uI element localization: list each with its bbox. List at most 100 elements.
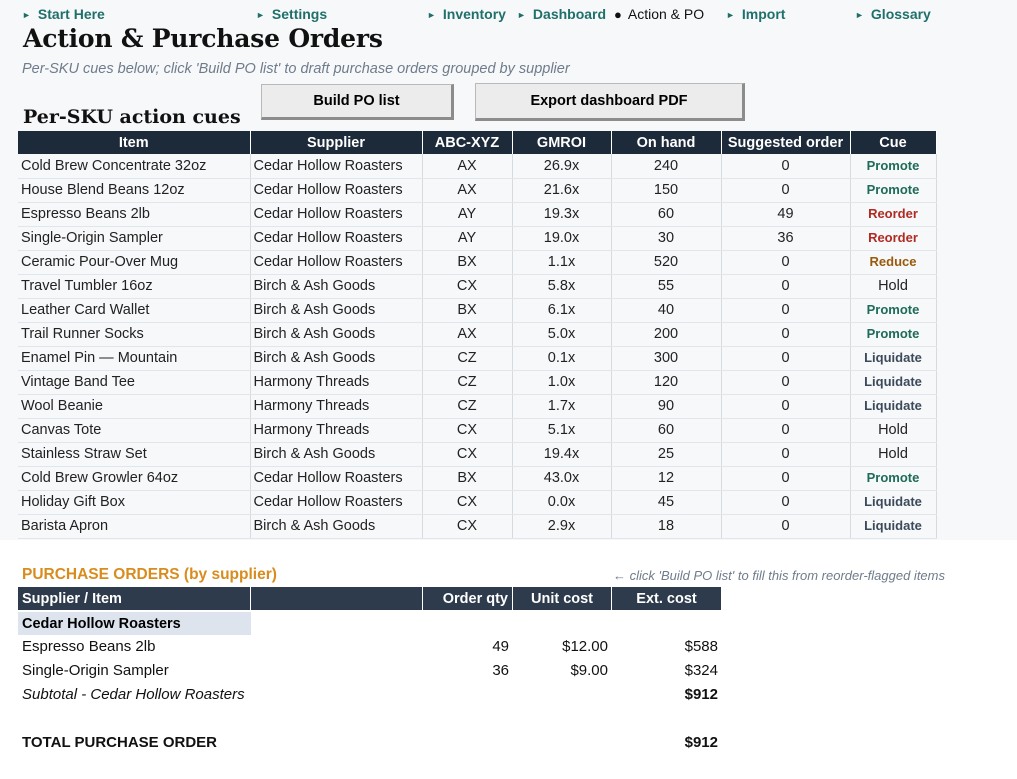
cell-cue[interactable]: Hold [850,274,937,299]
cell-gmroi[interactable]: 5.1x [512,418,612,443]
table-row[interactable]: Espresso Beans 2lb Cedar Hollow Roasters A… [18,202,937,227]
cell-supplier[interactable]: Birch & Ash Goods [250,298,423,323]
table-row[interactable]: Wool Beanie Harmony Threads CZ 1.7x 90 0 Liqui… [18,394,937,419]
cell-abc-xyz[interactable]: AY [422,202,513,227]
cell-cue[interactable]: Reduce [850,250,937,275]
cell-supplier[interactable]: Birch & Ash Goods [250,322,423,347]
cell-on-hand[interactable]: 60 [611,202,722,227]
table-row[interactable]: Vintage Band Tee Harmony Threads CZ 1.0x 120… [18,370,937,395]
cell-supplier[interactable]: Birch & Ash Goods [250,346,423,371]
cell-cue[interactable]: Reorder [850,202,937,227]
build-po-list-button[interactable]: Build PO list [261,84,454,120]
column-header-suggested-order[interactable]: Suggested order [721,131,851,154]
cell-cue[interactable]: Promote [850,298,937,323]
cell-abc-xyz[interactable]: CX [422,274,513,299]
cell-supplier[interactable]: Harmony Threads [250,394,423,419]
table-row[interactable]: Stainless Straw Set Birch & Ash Goods CX 19… [18,442,937,467]
cell-suggested-order[interactable]: 0 [721,514,851,539]
cell-cue[interactable]: Liquidate [850,490,937,515]
cell-suggested-order[interactable]: 0 [721,394,851,419]
cell-on-hand[interactable]: 300 [611,346,722,371]
table-row[interactable]: Holiday Gift Box Cedar Hollow Roasters CX 0… [18,490,937,515]
cell-cue[interactable]: Promote [850,178,937,203]
cell-supplier[interactable]: Cedar Hollow Roasters [250,466,423,491]
column-header-supplier[interactable]: Supplier [250,131,423,154]
cell-gmroi[interactable]: 5.0x [512,322,612,347]
table-row[interactable]: Travel Tumbler 16oz Birch & Ash Goods CX 5.… [18,274,937,299]
cell-cue[interactable]: Liquidate [850,514,937,539]
cell-abc-xyz[interactable]: AX [422,322,513,347]
cell-abc-xyz[interactable]: CX [422,514,513,539]
cell-suggested-order[interactable]: 36 [721,226,851,251]
nav-link-dashboard[interactable]: ► Dashboard [517,6,606,22]
cell-suggested-order[interactable]: 0 [721,466,851,491]
export-dashboard-pdf-button[interactable]: Export dashboard PDF [475,83,745,121]
nav-link-import[interactable]: ► Import [726,6,785,22]
column-header-item[interactable]: Item [18,131,251,154]
cell-gmroi[interactable]: 19.0x [512,226,612,251]
cell-suggested-order[interactable]: 0 [721,274,851,299]
cell-on-hand[interactable]: 18 [611,514,722,539]
cell-abc-xyz[interactable]: BX [422,250,513,275]
table-row[interactable]: Barista Apron Birch & Ash Goods CX 2.9x 18 0 L… [18,514,937,539]
cell-cue[interactable]: Reorder [850,226,937,251]
cell-supplier[interactable]: Harmony Threads [250,418,423,443]
cell-abc-xyz[interactable]: AY [422,226,513,251]
cell-item[interactable]: Cold Brew Concentrate 32oz [18,154,251,179]
cell-item[interactable]: Trail Runner Socks [18,322,251,347]
table-row[interactable]: Cold Brew Growler 64oz Cedar Hollow Roast… [18,466,937,491]
cell-gmroi[interactable]: 5.8x [512,274,612,299]
cell-item[interactable]: Travel Tumbler 16oz [18,274,251,299]
column-header-on-hand[interactable]: On hand [611,131,722,154]
cell-abc-xyz[interactable]: CZ [422,346,513,371]
cell-on-hand[interactable]: 90 [611,394,722,419]
cell-suggested-order[interactable]: 0 [721,250,851,275]
table-row[interactable]: Ceramic Pour-Over Mug Cedar Hollow Roaste… [18,250,937,275]
cell-cue[interactable]: Hold [850,442,937,467]
nav-link-glossary[interactable]: ► Glossary [855,6,931,22]
cell-suggested-order[interactable]: 0 [721,154,851,179]
cell-item[interactable]: Vintage Band Tee [18,370,251,395]
cell-cue[interactable]: Hold [850,418,937,443]
cell-suggested-order[interactable]: 0 [721,322,851,347]
cell-abc-xyz[interactable]: CX [422,418,513,443]
cell-item[interactable]: Espresso Beans 2lb [18,202,251,227]
cell-item[interactable]: Canvas Tote [18,418,251,443]
cell-suggested-order[interactable]: 0 [721,490,851,515]
cell-gmroi[interactable]: 21.6x [512,178,612,203]
table-row[interactable]: Canvas Tote Harmony Threads CX 5.1x 60 0 Hold [18,418,937,443]
table-row[interactable]: House Blend Beans 12oz Cedar Hollow Roast… [18,178,937,203]
cell-on-hand[interactable]: 55 [611,274,722,299]
cell-gmroi[interactable]: 43.0x [512,466,612,491]
cell-abc-xyz[interactable]: CX [422,442,513,467]
cell-item[interactable]: Enamel Pin — Mountain [18,346,251,371]
column-header-abc-xyz[interactable]: ABC-XYZ [422,131,513,154]
cell-on-hand[interactable]: 200 [611,322,722,347]
cell-gmroi[interactable]: 0.1x [512,346,612,371]
cell-item[interactable]: Holiday Gift Box [18,490,251,515]
nav-link-settings[interactable]: ► Settings [256,6,327,22]
cell-item[interactable]: Stainless Straw Set [18,442,251,467]
cell-suggested-order[interactable]: 0 [721,298,851,323]
cell-cue[interactable]: Liquidate [850,394,937,419]
cell-suggested-order[interactable]: 0 [721,346,851,371]
cell-on-hand[interactable]: 150 [611,178,722,203]
cell-on-hand[interactable]: 120 [611,370,722,395]
table-row[interactable]: Trail Runner Socks Birch & Ash Goods AX 5.0… [18,322,937,347]
cell-supplier[interactable]: Cedar Hollow Roasters [250,490,423,515]
column-header-cue[interactable]: Cue [850,131,937,154]
cell-supplier[interactable]: Harmony Threads [250,370,423,395]
cell-gmroi[interactable]: 19.3x [512,202,612,227]
cell-cue[interactable]: Promote [850,154,937,179]
nav-link-inventory[interactable]: ► Inventory [427,6,506,22]
cell-abc-xyz[interactable]: BX [422,298,513,323]
cell-item[interactable]: Ceramic Pour-Over Mug [18,250,251,275]
cell-supplier[interactable]: Cedar Hollow Roasters [250,250,423,275]
table-row[interactable]: Enamel Pin — Mountain Birch & Ash Goods CZ… [18,346,937,371]
table-row[interactable]: Leather Card Wallet Birch & Ash Goods BX 6.… [18,298,937,323]
cell-supplier[interactable]: Birch & Ash Goods [250,274,423,299]
cell-abc-xyz[interactable]: CZ [422,370,513,395]
cell-item[interactable]: Leather Card Wallet [18,298,251,323]
cell-supplier[interactable]: Birch & Ash Goods [250,514,423,539]
cell-abc-xyz[interactable]: BX [422,466,513,491]
